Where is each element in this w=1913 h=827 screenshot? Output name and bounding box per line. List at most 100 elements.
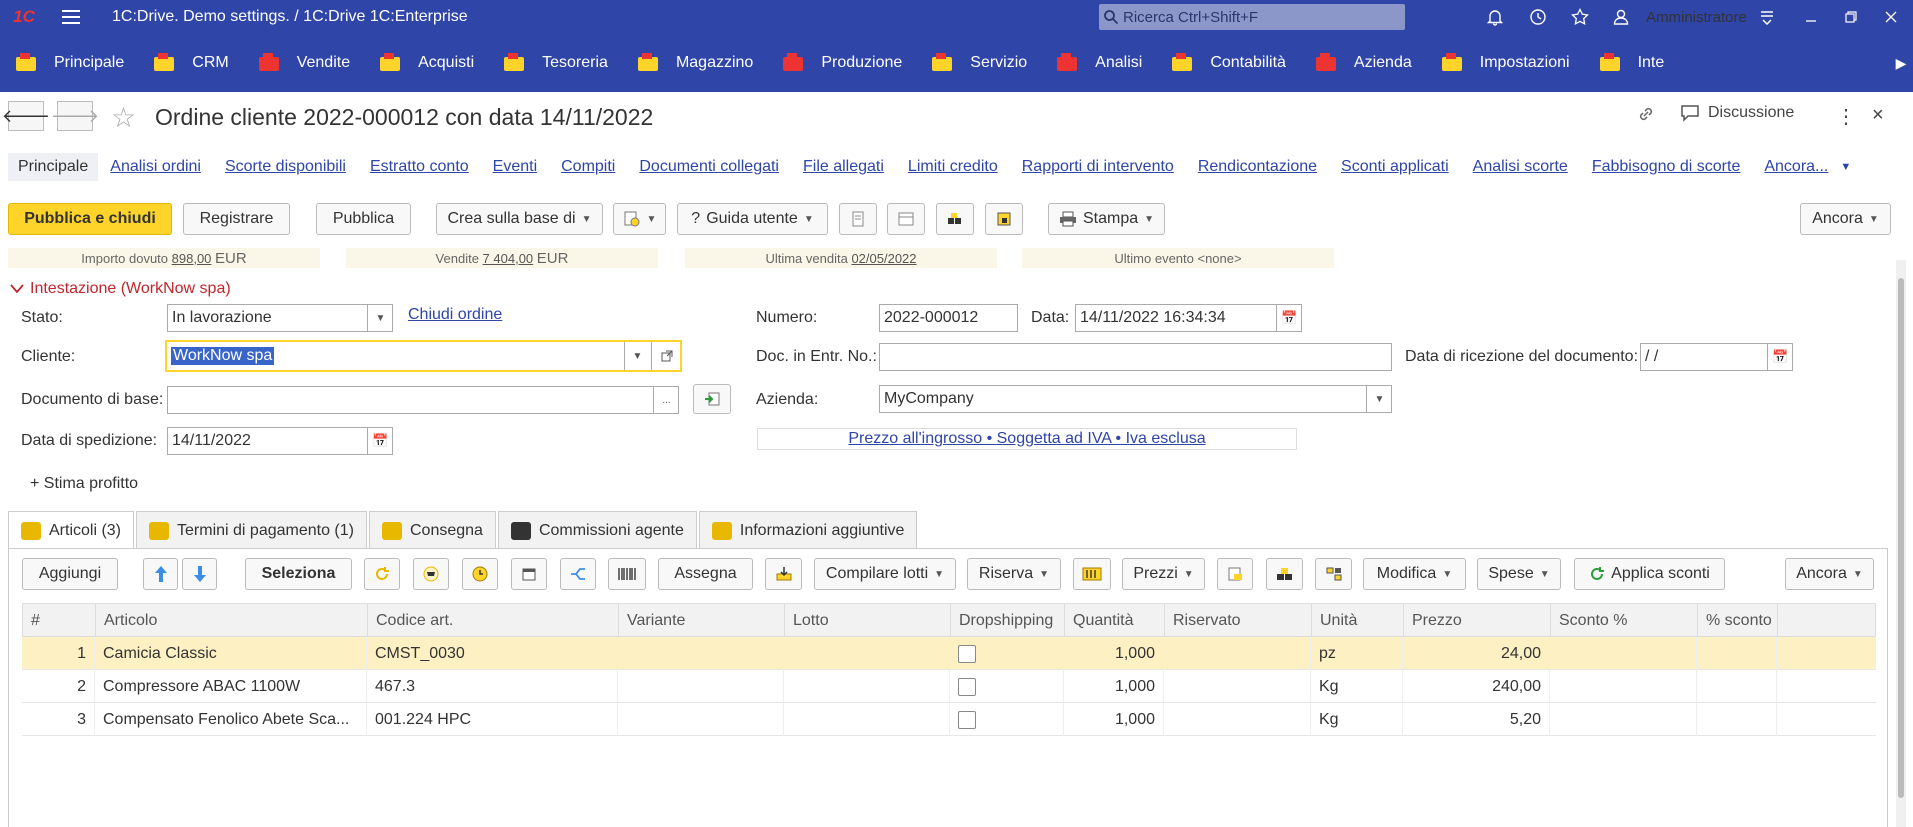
link-icon[interactable] <box>1636 104 1656 124</box>
cell-lot[interactable] <box>784 670 950 703</box>
cell-reserved[interactable] <box>1164 637 1311 670</box>
cell-discount[interactable] <box>1550 637 1697 670</box>
app-logo[interactable]: 1C <box>0 0 48 34</box>
cell-discount2[interactable] <box>1697 670 1777 703</box>
link-rendicontazione[interactable]: Rendicontazione <box>1186 153 1329 181</box>
lock-document-icon[interactable] <box>985 203 1023 235</box>
cell-variant[interactable] <box>618 670 784 703</box>
section-treasury[interactable]: Tesoreria <box>488 34 622 92</box>
refresh-icon[interactable] <box>364 558 400 590</box>
sections-scroll-right-icon[interactable]: ▶ <box>1889 34 1913 92</box>
calendar-icon[interactable]: 📅 <box>1276 305 1301 331</box>
section-settings[interactable]: Impostazioni <box>1426 34 1584 92</box>
cell-item[interactable]: Compressore ABAC 1100W <box>95 670 367 703</box>
cell-unit[interactable]: Kg <box>1311 703 1403 736</box>
tab-articoli-3[interactable]: Articoli (3) <box>8 511 135 549</box>
clock-icon[interactable] <box>462 558 498 590</box>
calendar-icon[interactable] <box>511 558 547 590</box>
sales-value[interactable]: 7 404,00 <box>483 251 534 266</box>
settings-menu-icon[interactable] <box>1752 0 1782 34</box>
cell-variant[interactable] <box>618 637 784 670</box>
section-truck[interactable]: Acquisti <box>364 34 488 92</box>
more-commands-button[interactable]: Ancora ▼ <box>1800 203 1891 235</box>
column-header[interactable]: Riservato <box>1165 604 1312 638</box>
column-header[interactable]: Sconto % <box>1551 604 1698 638</box>
dropshipping-checkbox[interactable] <box>958 644 976 663</box>
select-base-document-button[interactable]: ... <box>653 387 678 413</box>
import-icon[interactable] <box>765 558 802 590</box>
last-sale-value[interactable]: 02/05/2022 <box>851 251 916 266</box>
select-items-button[interactable]: Seleziona <box>245 558 352 590</box>
receipt-date-field[interactable]: / / 📅 <box>1640 343 1793 371</box>
cell-item[interactable]: Compensato Fenolico Abete Sca... <box>95 703 367 736</box>
dropshipping-cell[interactable] <box>950 637 1064 670</box>
cell-unit[interactable]: pz <box>1311 637 1403 670</box>
dropshipping-cell[interactable] <box>950 670 1064 703</box>
link-fabbisogno-di-scorte[interactable]: Fabbisogno di scorte <box>1580 153 1753 181</box>
section-crm[interactable]: CRM <box>138 34 242 92</box>
prices-button[interactable]: Prezzi ▼ <box>1122 558 1205 590</box>
cell-reserved[interactable] <box>1164 670 1311 703</box>
open-customer-icon[interactable] <box>651 342 680 370</box>
cell-item[interactable]: Camicia Classic <box>95 637 367 670</box>
stock-icon[interactable] <box>936 203 974 235</box>
column-header[interactable]: # <box>23 604 96 638</box>
column-header[interactable]: Quantità <box>1065 604 1165 638</box>
link-estratto-conto[interactable]: Estratto conto <box>358 153 481 181</box>
user-guide-button[interactable]: ? Guida utente ▼ <box>677 203 828 235</box>
cell-reserved[interactable] <box>1164 703 1311 736</box>
minimize-icon[interactable] <box>1796 0 1826 34</box>
dropshipping-checkbox[interactable] <box>958 710 976 729</box>
cell-unit[interactable]: Kg <box>1311 670 1403 703</box>
customer-field[interactable]: WorkNow spa ▼ <box>165 340 682 372</box>
barcode-icon[interactable] <box>608 558 646 590</box>
link-analisi-ordini[interactable]: Analisi ordini <box>98 153 213 181</box>
publish-button[interactable]: Pubblica <box>316 203 411 235</box>
column-header[interactable]: Lotto <box>785 604 951 638</box>
publish-and-close-button[interactable]: Pubblica e chiudi <box>8 203 172 235</box>
column-header[interactable]: Unità <box>1312 604 1404 638</box>
cell-lot[interactable] <box>784 637 950 670</box>
link-analisi-scorte[interactable]: Analisi scorte <box>1461 153 1580 181</box>
base-document-field[interactable]: ... <box>167 386 679 414</box>
number-field[interactable]: 2022-000012 <box>879 304 1018 332</box>
expenses-button[interactable]: Spese ▼ <box>1477 558 1561 590</box>
close-form-icon[interactable]: × <box>1872 104 1884 127</box>
section-cloud[interactable]: Inte <box>1584 34 1679 92</box>
apply-discounts-button[interactable]: Applica sconti <box>1574 558 1725 590</box>
column-header[interactable]: Prezzo <box>1404 604 1551 638</box>
link-main[interactable]: Principale <box>8 153 99 181</box>
tab-termini-di-pagamento-1[interactable]: Termini di pagamento (1) <box>136 511 367 549</box>
column-header[interactable]: Variante <box>619 604 785 638</box>
cell-price[interactable]: 240,00 <box>1403 670 1550 703</box>
cell-qty[interactable]: 1,000 <box>1064 670 1164 703</box>
tab-informazioni-aggiuntive[interactable]: Informazioni aggiuntive <box>698 511 918 549</box>
back-button[interactable]: 🡐 <box>2 101 50 131</box>
cell-lot[interactable] <box>784 703 950 736</box>
link-sconti-applicati[interactable]: Sconti applicati <box>1329 153 1461 181</box>
table-view-icon[interactable] <box>887 203 925 235</box>
table-row[interactable]: 2 Compressore ABAC 1100W 467.3 1,000 Kg 240,0… <box>22 670 1876 703</box>
cell-n[interactable]: 2 <box>22 670 95 703</box>
section-sales[interactable]: Vendite <box>243 34 364 92</box>
move-down-icon[interactable] <box>182 558 217 590</box>
company-field[interactable]: MyCompany ▼ <box>879 385 1392 413</box>
document-journal-button[interactable]: ▼ <box>613 203 666 235</box>
chevron-down-icon[interactable]: ▼ <box>367 305 392 331</box>
close-window-icon[interactable] <box>1876 0 1906 34</box>
favorites-star-icon[interactable] <box>1565 0 1595 34</box>
incoming-doc-field[interactable] <box>879 343 1392 371</box>
add-row-button[interactable]: Aggiungi <box>22 558 118 590</box>
cell-variant[interactable] <box>618 703 784 736</box>
warehouse-icon[interactable] <box>1266 558 1303 590</box>
fill-lots-button[interactable]: Compilare lotti ▼ <box>814 558 956 590</box>
create-based-on-button[interactable]: Crea sulla base di ▼ <box>436 203 603 235</box>
link-eventi[interactable]: Eventi <box>481 153 549 181</box>
history-icon[interactable] <box>1523 0 1553 34</box>
allocation-icon[interactable] <box>1315 558 1352 590</box>
section-factory[interactable]: Produzione <box>767 34 916 92</box>
chevron-down-icon[interactable]: ▼ <box>624 342 650 370</box>
discussion-button[interactable]: Discussione <box>1680 104 1794 122</box>
link-scorte-disponibili[interactable]: Scorte disponibili <box>213 153 358 181</box>
more-links-chevron-icon[interactable]: ▼ <box>1840 161 1851 173</box>
